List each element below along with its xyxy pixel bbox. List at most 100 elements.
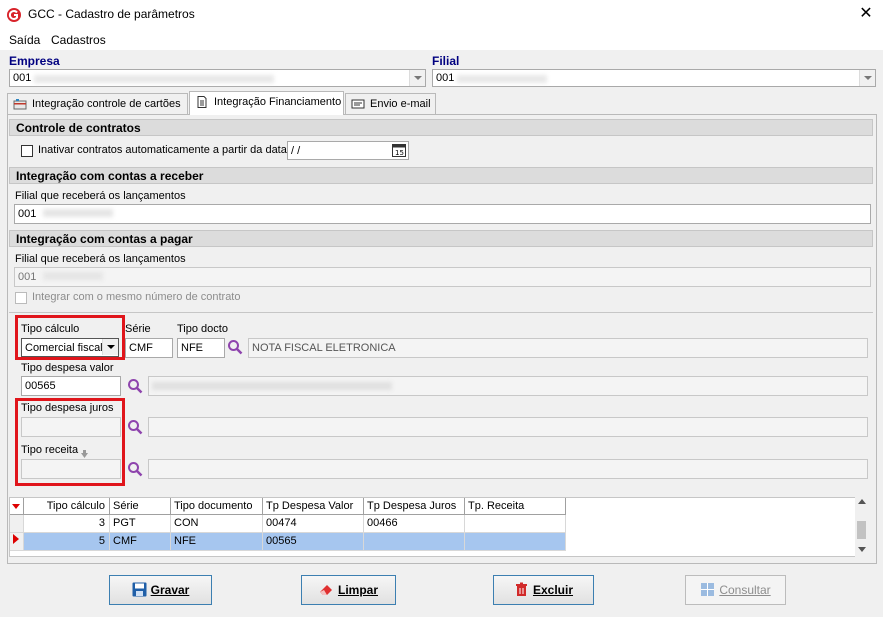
tab-label: Envio e-mail	[370, 98, 431, 110]
window-title: GCC - Cadastro de parâmetros	[28, 7, 195, 21]
table-cell[interactable]: 5	[24, 533, 110, 551]
divider	[9, 312, 873, 313]
tab-integracao-cartoes[interactable]: Integração controle de cartões	[7, 93, 188, 114]
svg-text:15: 15	[395, 149, 404, 157]
eraser-icon	[319, 585, 332, 595]
table-cell[interactable]: NFE	[171, 533, 263, 551]
despesa-valor-field[interactable]: 00565	[21, 376, 121, 396]
filial-select[interactable]: 001	[432, 69, 876, 87]
excluir-label: Excluir	[532, 583, 574, 597]
card-tab-icon	[13, 99, 27, 110]
tipo-docto-field[interactable]: NFE	[177, 338, 225, 358]
row-indicator[interactable]	[10, 515, 24, 533]
search-icon[interactable]	[127, 378, 143, 394]
inativar-contratos-checkbox[interactable]	[21, 145, 33, 157]
serie-field[interactable]: CMF	[125, 338, 173, 358]
section-contas-pagar: Integração com contas a pagar	[9, 230, 873, 247]
despesa-juros-description	[148, 417, 868, 437]
section-controle-contratos: Controle de contratos	[9, 119, 873, 136]
inativar-contratos-label: Inativar contratos automaticamente a par…	[38, 144, 290, 156]
chevron-down-icon[interactable]	[409, 70, 425, 86]
envelope-icon	[351, 99, 365, 109]
scroll-thumb[interactable]	[857, 521, 866, 539]
mesmo-numero-checkbox[interactable]	[15, 292, 27, 304]
table-cell[interactable]: PGT	[110, 515, 171, 533]
receita-description	[148, 459, 868, 479]
gravar-label: Gravar	[150, 583, 190, 597]
menu-saida[interactable]: Saída	[9, 30, 40, 50]
excluir-button[interactable]: Excluir	[493, 575, 594, 605]
grid-header-serie[interactable]: Série	[110, 498, 171, 515]
receber-filial-redacted	[43, 209, 114, 217]
close-icon[interactable]: ✕	[856, 4, 876, 24]
search-icon[interactable]	[227, 339, 243, 355]
highlight-tipo-calculo	[15, 315, 125, 360]
receber-filial-value: 001	[18, 208, 37, 220]
receber-filial-label: Filial que receberá os lançamentos	[15, 190, 186, 202]
highlight-juros-receita	[15, 398, 125, 486]
selected-row-indicator-icon[interactable]	[10, 533, 24, 551]
inativar-date-field[interactable]: / /	[287, 141, 409, 160]
table-cell[interactable]: 00474	[263, 515, 364, 533]
calendar-icon[interactable]: 15	[392, 144, 406, 157]
receber-filial-field[interactable]: 001	[14, 204, 871, 224]
empresa-value: 001	[13, 72, 32, 84]
despesa-valor-label: Tipo despesa valor	[21, 362, 114, 374]
table-cell[interactable]: CON	[171, 515, 263, 533]
grid-header-despesa-juros[interactable]: Tp Despesa Juros	[364, 498, 465, 515]
app-logo-icon	[6, 7, 22, 23]
table-cell[interactable]	[364, 533, 465, 551]
grid-header-tipo-calculo[interactable]: Tipo cálculo	[24, 498, 110, 515]
mesmo-numero-label: Integrar com o mesmo número de contrato	[32, 291, 241, 303]
despesa-valor-description	[148, 376, 868, 396]
despesa-valor-value: 00565	[25, 380, 56, 392]
empresa-select[interactable]: 001	[9, 69, 426, 87]
grid-scrollbar[interactable]	[855, 497, 868, 557]
tipo-docto-desc-text: NOTA FISCAL ELETRONICA	[252, 342, 396, 354]
pagar-filial-label: Filial que receberá os lançamentos	[15, 253, 186, 265]
serie-label: Série	[125, 323, 151, 335]
tipo-docto-description: NOTA FISCAL ELETRONICA	[248, 338, 868, 358]
empresa-name-redacted	[34, 75, 274, 83]
date-value: / /	[291, 145, 301, 157]
scroll-down-icon[interactable]	[858, 547, 866, 552]
tab-label: Integração Financiamento	[214, 96, 342, 108]
serie-value: CMF	[129, 342, 153, 354]
search-icon[interactable]	[127, 419, 143, 435]
table-cell[interactable]: 3	[24, 515, 110, 533]
menu-bar	[0, 30, 883, 50]
document-tab-icon	[197, 96, 207, 108]
table-cell[interactable]: CMF	[110, 533, 171, 551]
save-icon	[132, 582, 147, 597]
limpar-label: Limpar	[337, 583, 378, 597]
menu-cadastros[interactable]: Cadastros	[51, 30, 106, 50]
gravar-button[interactable]: Gravar	[109, 575, 212, 605]
table-cell[interactable]: 00565	[263, 533, 364, 551]
grid-header-tipo-documento[interactable]: Tipo documento	[171, 498, 263, 515]
grid-header-despesa-valor[interactable]: Tp Despesa Valor	[263, 498, 364, 515]
grid-header-receita[interactable]: Tp. Receita	[465, 498, 566, 515]
pagar-filial-redacted	[43, 272, 104, 280]
tab-integracao-financiamento[interactable]: Integração Financiamento	[189, 91, 344, 115]
despesa-valor-desc-redacted	[152, 382, 392, 390]
consultar-label: Consultar	[719, 583, 771, 597]
parametros-grid[interactable]: Tipo cálculo Série Tipo documento Tp Des…	[9, 497, 868, 557]
tab-label: Integração controle de cartões	[32, 98, 181, 110]
table-cell[interactable]: 00466	[364, 515, 465, 533]
section-contas-receber: Integração com contas a receber	[9, 167, 873, 184]
trash-icon	[515, 582, 527, 596]
scroll-up-icon[interactable]	[858, 499, 866, 504]
tipo-docto-label: Tipo docto	[177, 323, 228, 335]
consultar-button[interactable]: Consultar	[685, 575, 786, 605]
grid-indicator-header	[10, 498, 24, 515]
table-cell[interactable]	[465, 515, 566, 533]
empresa-label: Empresa	[9, 54, 60, 68]
pagar-filial-field[interactable]: 001	[14, 267, 871, 287]
pagar-filial-value: 001	[18, 271, 37, 283]
search-icon[interactable]	[127, 461, 143, 477]
table-cell[interactable]	[465, 533, 566, 551]
chevron-down-icon[interactable]	[859, 70, 875, 86]
tab-envio-email[interactable]: Envio e-mail	[345, 93, 436, 114]
filial-value: 001	[436, 72, 455, 84]
limpar-button[interactable]: Limpar	[301, 575, 396, 605]
